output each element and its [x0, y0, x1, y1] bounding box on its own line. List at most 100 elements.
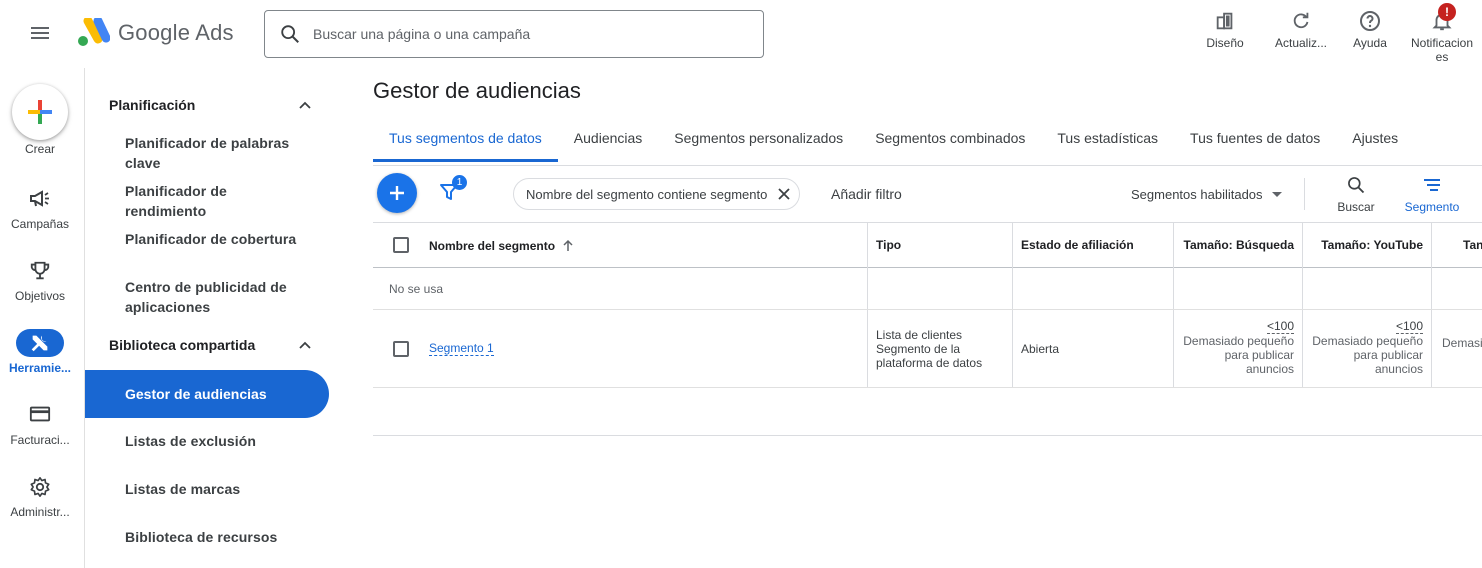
rail-billing-label: Facturaci... — [10, 433, 70, 447]
top-bar: Google Ads Diseño Actualiz... Ayuda — [0, 0, 1482, 68]
help-button[interactable]: Ayuda — [1350, 8, 1390, 50]
nav-asset-library[interactable]: Biblioteca de recursos — [125, 527, 305, 547]
nav-audience-manager[interactable]: Gestor de audiencias — [85, 370, 329, 418]
col-size-search[interactable]: Tamaño: Búsqueda — [1183, 223, 1294, 269]
nav-brand-lists[interactable]: Listas de marcas — [125, 479, 305, 499]
add-segment-button[interactable] — [377, 173, 417, 213]
refresh-icon — [1293, 12, 1309, 29]
size-search-note-3: anuncios — [1245, 362, 1294, 376]
notifications-label-line1: Notificacion — [1410, 36, 1474, 50]
planning-section-title[interactable]: Planificación — [109, 97, 195, 113]
filter-chip-label: Nombre del segmento contiene segmento — [526, 186, 768, 202]
google-ads-logo-icon — [78, 18, 110, 46]
table-search-button[interactable]: Buscar — [1331, 174, 1381, 214]
segment-name-link[interactable]: Segmento 1 — [429, 341, 494, 356]
search-icon — [1348, 177, 1365, 194]
audience-tabs: Tus segmentos de datos Audiencias Segmen… — [373, 118, 1414, 162]
col-size-youtube[interactable]: Tamaño: YouTube — [1313, 223, 1423, 269]
size-youtube-note-2: para publicar — [1353, 348, 1423, 362]
layout-icon — [1216, 12, 1233, 30]
rail-billing[interactable]: Facturaci... — [0, 404, 80, 447]
nav-keyword-planner[interactable]: Planificador de palabras clave — [125, 133, 305, 173]
rail-tools[interactable]: Herramie... — [0, 329, 80, 375]
dropdown-arrow-icon — [1271, 191, 1282, 197]
notifications-button[interactable]: ! Notificacion es — [1406, 3, 1478, 64]
segment-type-line2: Segmento de la — [876, 342, 961, 356]
credit-card-icon — [29, 406, 51, 422]
size-youtube-value[interactable]: <100 — [1395, 319, 1423, 334]
group-row-unused: No se usa — [373, 268, 1482, 310]
rail-goals-label: Objetivos — [14, 289, 66, 303]
google-ads-logo[interactable]: Google Ads — [76, 18, 234, 48]
add-filter-button[interactable]: Añadir filtro — [831, 186, 902, 202]
nav-app-advertising-hub[interactable]: Centro de publicidad de aplicaciones — [125, 277, 300, 317]
segment-type-line1: Lista de clientes — [876, 328, 963, 342]
shared-library-collapse-icon[interactable] — [298, 338, 312, 357]
sort-ascending-icon — [563, 239, 573, 251]
segment-status-select[interactable]: Segmentos habilitados — [1131, 187, 1283, 202]
nav-exclusion-lists[interactable]: Listas de exclusión — [125, 431, 305, 451]
size-youtube-cell: <100 Demasiado pequeño para publicar anu… — [1308, 319, 1423, 376]
chevron-up-icon — [299, 101, 311, 109]
col-segment-name-label: Nombre del segmento — [429, 239, 556, 253]
rail-create-label: Crear — [24, 142, 55, 156]
notification-badge: ! — [1438, 3, 1456, 21]
refresh-label: Actualiz... — [1274, 36, 1328, 50]
table-header: Nombre del segmento Tipo Estado de afili… — [373, 222, 1482, 268]
chevron-up-icon — [299, 341, 311, 349]
rail-goals[interactable]: Objetivos — [0, 260, 80, 303]
tab-audiences[interactable]: Audiencias — [558, 118, 659, 162]
design-label: Diseño — [1206, 36, 1244, 50]
megaphone-icon — [30, 190, 49, 207]
rail-admin[interactable]: Administr... — [0, 476, 80, 519]
tab-custom-segments[interactable]: Segmentos personalizados — [658, 118, 859, 162]
rail-campaigns-label: Campañas — [10, 217, 70, 231]
trophy-icon — [30, 261, 50, 280]
size-search-value[interactable]: <100 — [1266, 319, 1294, 334]
create-button[interactable] — [12, 84, 68, 140]
table-row: Segmento 1 Lista de clientes Segmento de… — [373, 310, 1482, 388]
row-checkbox[interactable] — [393, 341, 409, 357]
design-button[interactable]: Diseño — [1201, 8, 1249, 50]
membership-status-cell: Abierta — [1021, 342, 1060, 356]
search-box[interactable] — [264, 10, 764, 58]
main-menu-icon[interactable] — [28, 24, 52, 44]
tab-your-insights[interactable]: Tus estadísticas — [1041, 118, 1174, 162]
rail-tools-pill — [16, 329, 64, 357]
col-type[interactable]: Tipo — [876, 223, 901, 269]
tools-icon — [31, 335, 48, 352]
select-all-checkbox[interactable] — [393, 237, 409, 253]
nav-reach-planner[interactable]: Planificador de cobertura — [125, 229, 305, 249]
col-membership-status[interactable]: Estado de afiliación — [1021, 223, 1134, 269]
tab-settings[interactable]: Ajustes — [1336, 118, 1414, 162]
rail-campaigns[interactable]: Campañas — [0, 188, 80, 231]
page-title: Gestor de audiencias — [373, 78, 581, 103]
notifications-label-line2: es — [1435, 50, 1449, 64]
rail-create[interactable]: Crear — [0, 84, 80, 156]
help-label: Ayuda — [1353, 36, 1387, 50]
shared-library-section-title[interactable]: Biblioteca compartida — [109, 337, 255, 353]
tab-your-data-sources[interactable]: Tus fuentes de datos — [1174, 118, 1336, 162]
help-icon — [1360, 11, 1380, 31]
nav-performance-planner[interactable]: Planificador de rendimiento — [125, 181, 305, 221]
toolbar-divider — [1304, 178, 1305, 210]
plus-color-icon — [28, 100, 52, 124]
rail-admin-label: Administr... — [10, 505, 70, 519]
rail-divider — [84, 68, 85, 568]
size-youtube-note-1: Demasiado pequeño — [1312, 334, 1423, 348]
tab-your-data-segments[interactable]: Tus segmentos de datos — [373, 118, 558, 162]
search-input[interactable] — [313, 26, 753, 42]
col-segment-name[interactable]: Nombre del segmento — [429, 223, 575, 269]
size-search-note-2: para publicar — [1224, 348, 1294, 362]
filter-chip[interactable]: Nombre del segmento contiene segmento — [513, 178, 801, 210]
planning-collapse-icon[interactable] — [298, 98, 312, 117]
tab-combined-segments[interactable]: Segmentos combinados — [859, 118, 1041, 162]
plus-icon — [390, 186, 404, 200]
segment-view-button[interactable]: Segmento — [1399, 174, 1465, 214]
search-icon — [281, 25, 299, 43]
segment-type-line3: plataforma de datos — [876, 356, 983, 370]
col-size-partial[interactable]: Tan — [1463, 223, 1482, 269]
refresh-button[interactable]: Actualiz... — [1270, 8, 1332, 50]
remove-filter-button[interactable] — [777, 187, 791, 201]
segments-table-card: 1 Nombre del segmento contiene segmento … — [373, 165, 1482, 436]
